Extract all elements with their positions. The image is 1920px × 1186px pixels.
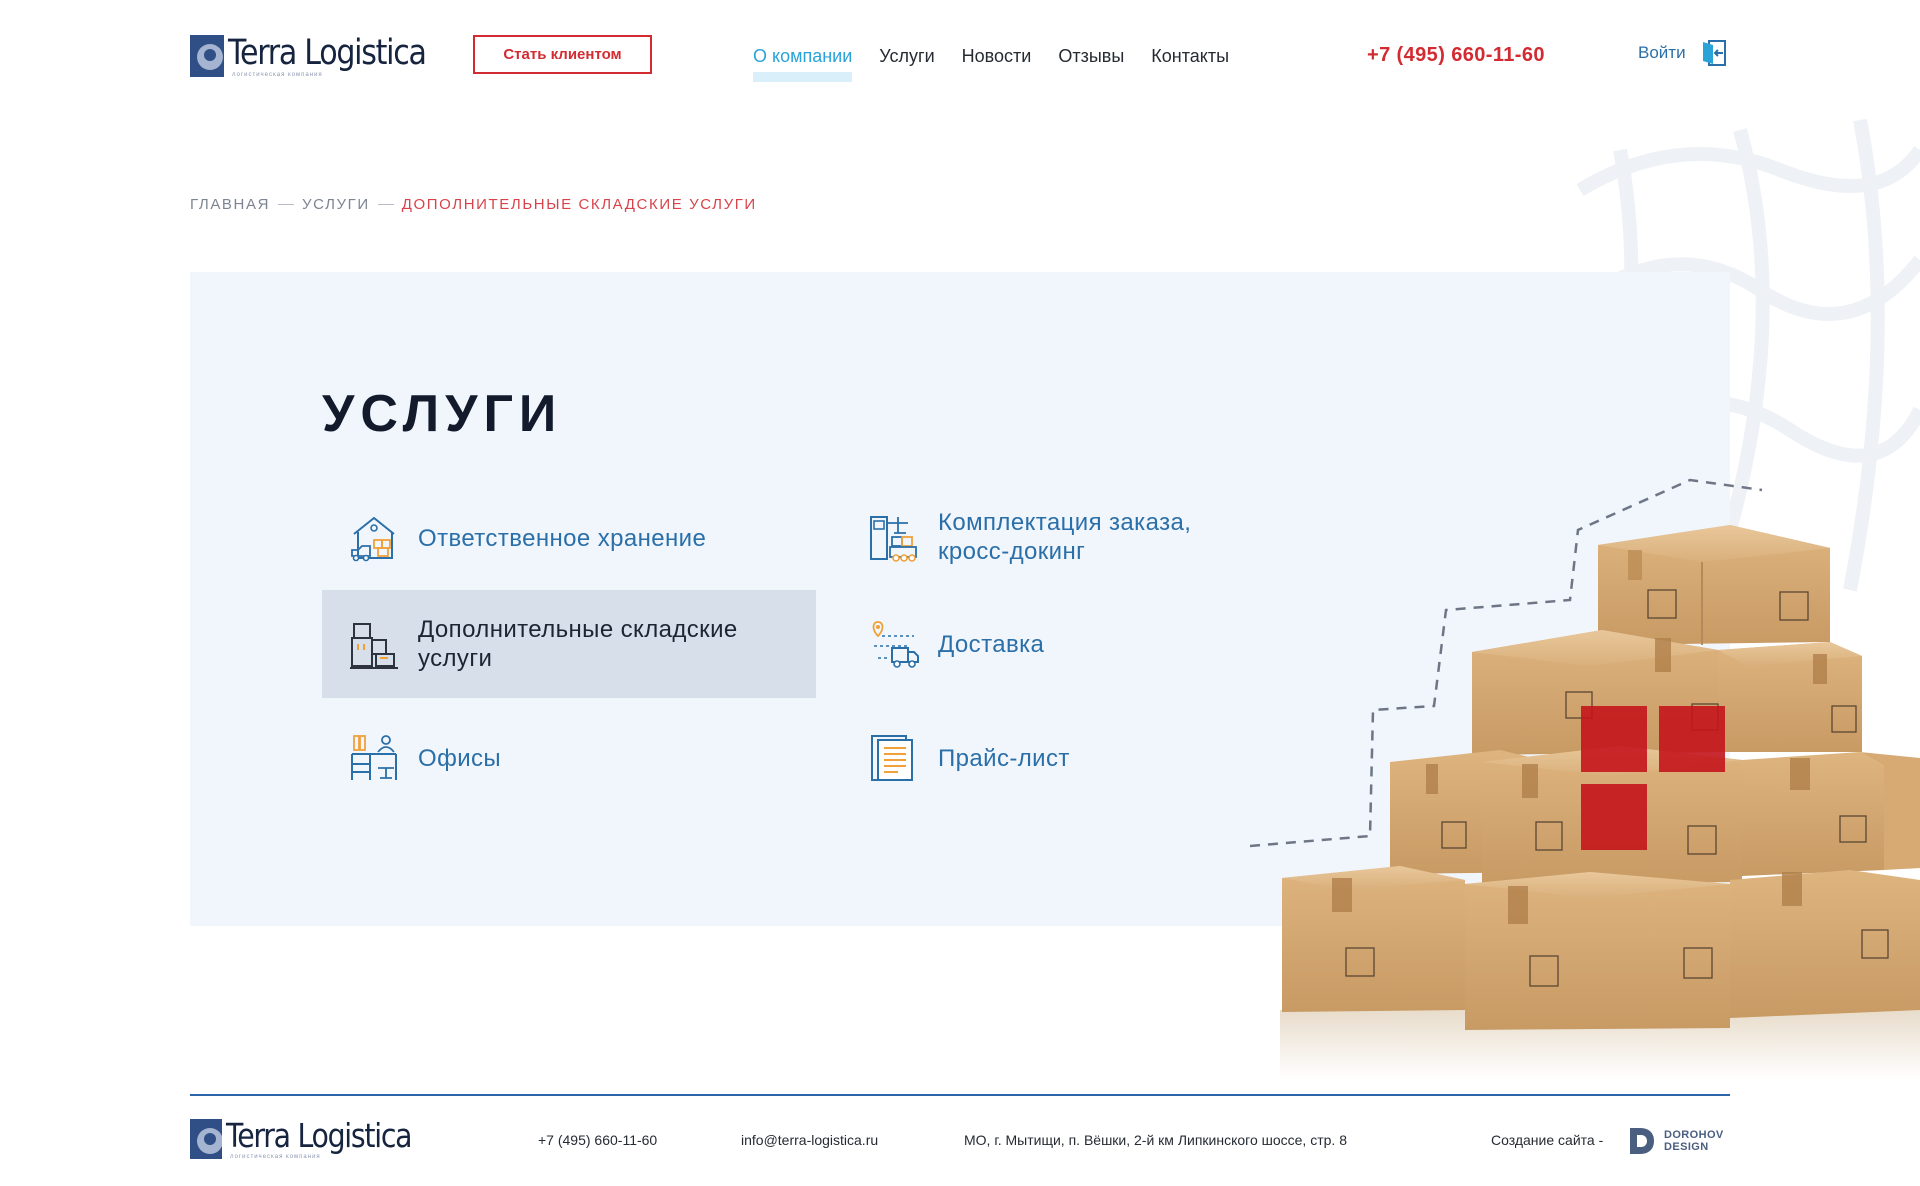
service-item-order-picking[interactable]: Комплектация заказа, кросс-докинг [848,492,1268,582]
login-button[interactable]: Войти [1638,38,1730,68]
studio-name-line1: DOROHOV [1664,1129,1724,1141]
main-nav: О компании Услуги Новости Отзывы Контакт… [753,44,1256,82]
service-label: Офисы [418,744,502,772]
footer-credit: Создание сайта - [1491,1132,1604,1148]
warehouse-storage-icon [351,516,395,562]
studio-logo[interactable]: DOROHOV DESIGN [1628,1126,1724,1156]
office-desk-icon [351,735,397,780]
footer-address: МО, г. Мытищи, п. Вёшки, 2-й км Липкинск… [964,1132,1347,1148]
logo-title: Terra Logistica [228,33,427,73]
stacked-boxes-icon [350,623,398,669]
footer-divider [190,1094,1730,1096]
studio-name-line2: DESIGN [1664,1141,1709,1153]
site-logo[interactable]: Terra Logistica логистическая компания [190,34,458,78]
breadcrumb-home[interactable]: ГЛАВНАЯ [190,196,270,213]
login-label: Войти [1638,43,1686,62]
cardboard-boxes-illustration [1250,478,1920,1080]
service-item-delivery[interactable]: Доставка [848,608,1268,680]
site-header: Terra Logistica логистическая компания С… [0,0,1920,110]
nav-item-services[interactable]: Услуги [879,44,934,68]
footer-phone[interactable]: +7 (495) 660-11-60 [538,1132,657,1148]
login-door-icon [1702,40,1726,66]
service-item-storage[interactable]: Ответственное хранение [322,502,816,574]
delivery-truck-icon [872,621,919,668]
service-item-offices[interactable]: Офисы [322,722,816,794]
nav-item-news[interactable]: Новости [962,44,1032,68]
breadcrumb-current: ДОПОЛНИТЕЛЬНЫЕ СКЛАДСКИЕ УСЛУГИ [401,196,757,213]
service-label: Комплектация заказа, кросс-докинг [938,509,1192,565]
studio-d-icon [1630,1128,1654,1154]
service-label: Ответственное хранение [418,524,707,552]
order-picking-icon [870,516,917,562]
service-item-price-list[interactable]: Прайс-лист [848,722,1268,794]
breadcrumb-services[interactable]: УСЛУГИ [302,196,370,213]
breadcrumb-separator [278,204,295,205]
nav-item-reviews[interactable]: Отзывы [1058,44,1124,68]
nav-item-about[interactable]: О компании [753,44,853,82]
service-label: Доставка [938,630,1045,658]
breadcrumb-separator [377,204,394,205]
service-label: Прайс-лист [938,744,1070,772]
service-item-additional-warehouse[interactable]: Дополнительные складские услуги [322,590,816,698]
footer-email[interactable]: info@terra-logistica.ru [741,1132,878,1148]
breadcrumb: ГЛАВНАЯ УСЛУГИ ДОПОЛНИТЕЛЬНЫЕ СКЛАДСКИЕ … [190,196,757,213]
logo-emblem-icon [190,35,224,77]
logo-emblem-icon [190,1119,222,1159]
service-label: Дополнительные складские услуги [418,616,738,672]
become-client-button[interactable]: Стать клиентом [473,35,652,74]
footer-logo[interactable]: Terra Logistica логистическая компания [190,1118,441,1160]
footer-logo-title: Terra Logistica [226,1116,413,1155]
price-list-icon [871,735,913,781]
page-title: УСЛУГИ [322,385,563,443]
nav-item-contacts[interactable]: Контакты [1151,44,1229,68]
header-phone[interactable]: +7 (495) 660-11-60 [1367,44,1545,67]
